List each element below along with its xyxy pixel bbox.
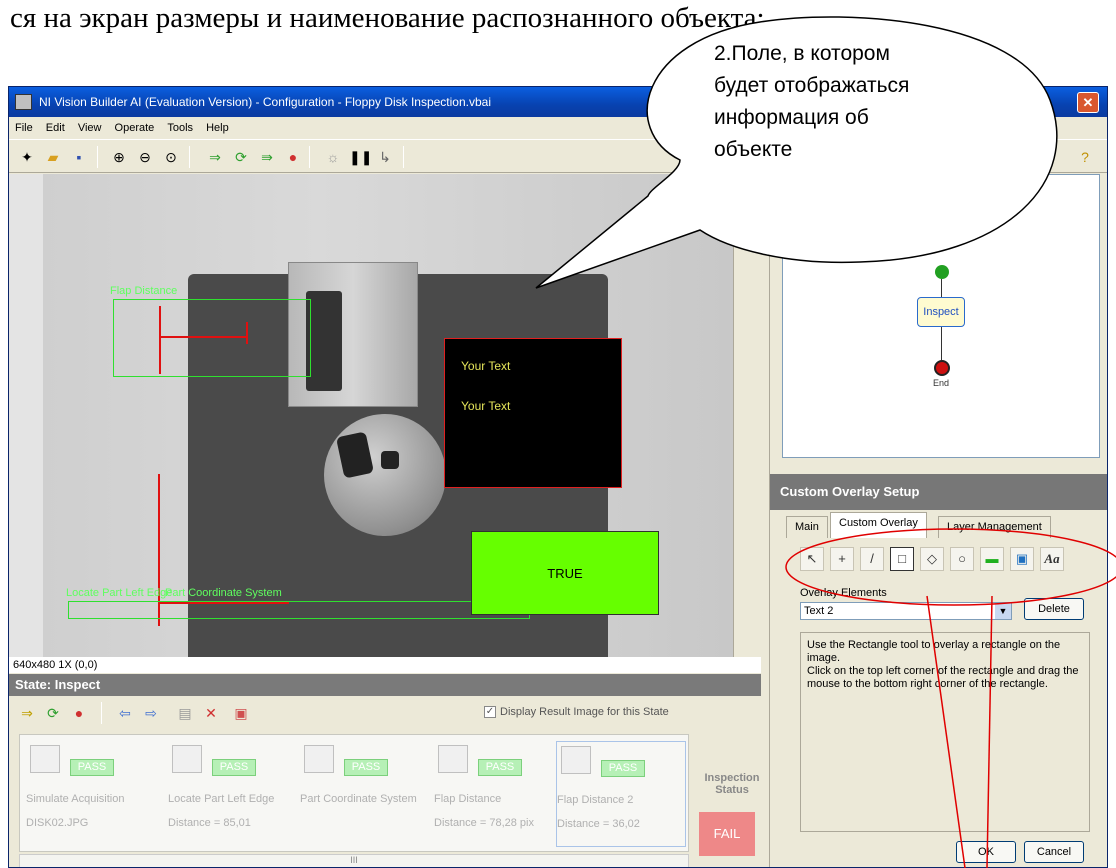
callout-text: 2.Поле, в котором будет отображаться инф… bbox=[714, 42, 910, 161]
speech-bubble bbox=[535, 16, 1058, 289]
